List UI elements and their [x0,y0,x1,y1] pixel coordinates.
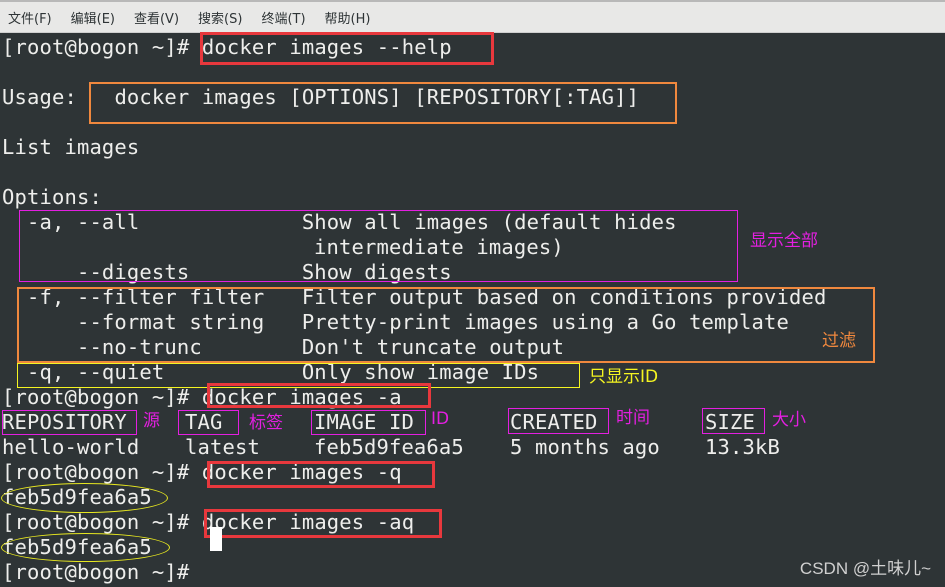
highlight-box-show-all [19,210,738,282]
terminal-cursor [210,527,222,551]
highlight-box-cmd-help [200,32,494,65]
prompt: [root@bogon ~]# [2,460,190,484]
annotation-repository: 源 [143,411,160,431]
menu-terminal[interactable]: 终端(T) [253,8,313,27]
highlight-box-size [702,408,765,434]
table-row-repository: hello-world [2,435,140,459]
annotation-filter: 过滤 [822,331,856,351]
terminal-line-description: List images [2,135,140,159]
annotation-tag: 标签 [249,413,283,433]
menu-bar: 文件(F) 编辑(E) 查看(V) 搜索(S) 终端(T) 帮助(H) [0,0,945,33]
menu-file[interactable]: 文件(F) [0,8,60,27]
highlight-box-filter [17,287,875,363]
annotation-size: 大小 [772,410,806,430]
highlight-box-image-id [311,410,426,435]
annotation-only-id: 只显示ID [589,367,659,387]
table-row-created: 5 months ago [510,435,660,459]
highlight-ellipse-aq-output [1,533,170,562]
menu-edit[interactable]: 编辑(E) [63,8,123,27]
highlight-box-created [508,408,609,434]
highlight-box-tag [178,410,239,435]
prompt: [root@bogon ~]# [2,560,190,584]
highlight-box-cmd-a [207,383,431,408]
table-row-image-id: feb5d9fea6a5 [314,435,464,459]
prompt: [root@bogon ~]# [2,510,190,534]
highlight-box-cmd-q [207,461,435,488]
highlight-box-repository [2,410,137,435]
terminal-line-current-prompt: [root@bogon ~]# [2,560,189,585]
highlight-box-cmd-aq [204,509,442,538]
watermark: CSDN @土味儿~ [799,559,931,578]
annotation-created: 时间 [616,408,650,428]
menu-view[interactable]: 查看(V) [126,8,187,27]
terminal-line-options-header: Options: [2,185,102,209]
usage-label: Usage: [2,85,77,109]
menu-search[interactable]: 搜索(S) [190,8,250,27]
prompt: [root@bogon ~]# [2,385,190,409]
highlight-ellipse-q-output [1,483,168,513]
table-row-size: 13.3kB [705,435,780,459]
annotation-show-all: 显示全部 [750,231,818,251]
menu-help[interactable]: 帮助(H) [317,8,379,27]
prompt: [root@bogon ~]# [2,35,190,59]
highlight-box-usage [89,82,677,124]
annotation-image-id: ID [431,409,450,429]
table-row-tag: latest [185,435,260,459]
